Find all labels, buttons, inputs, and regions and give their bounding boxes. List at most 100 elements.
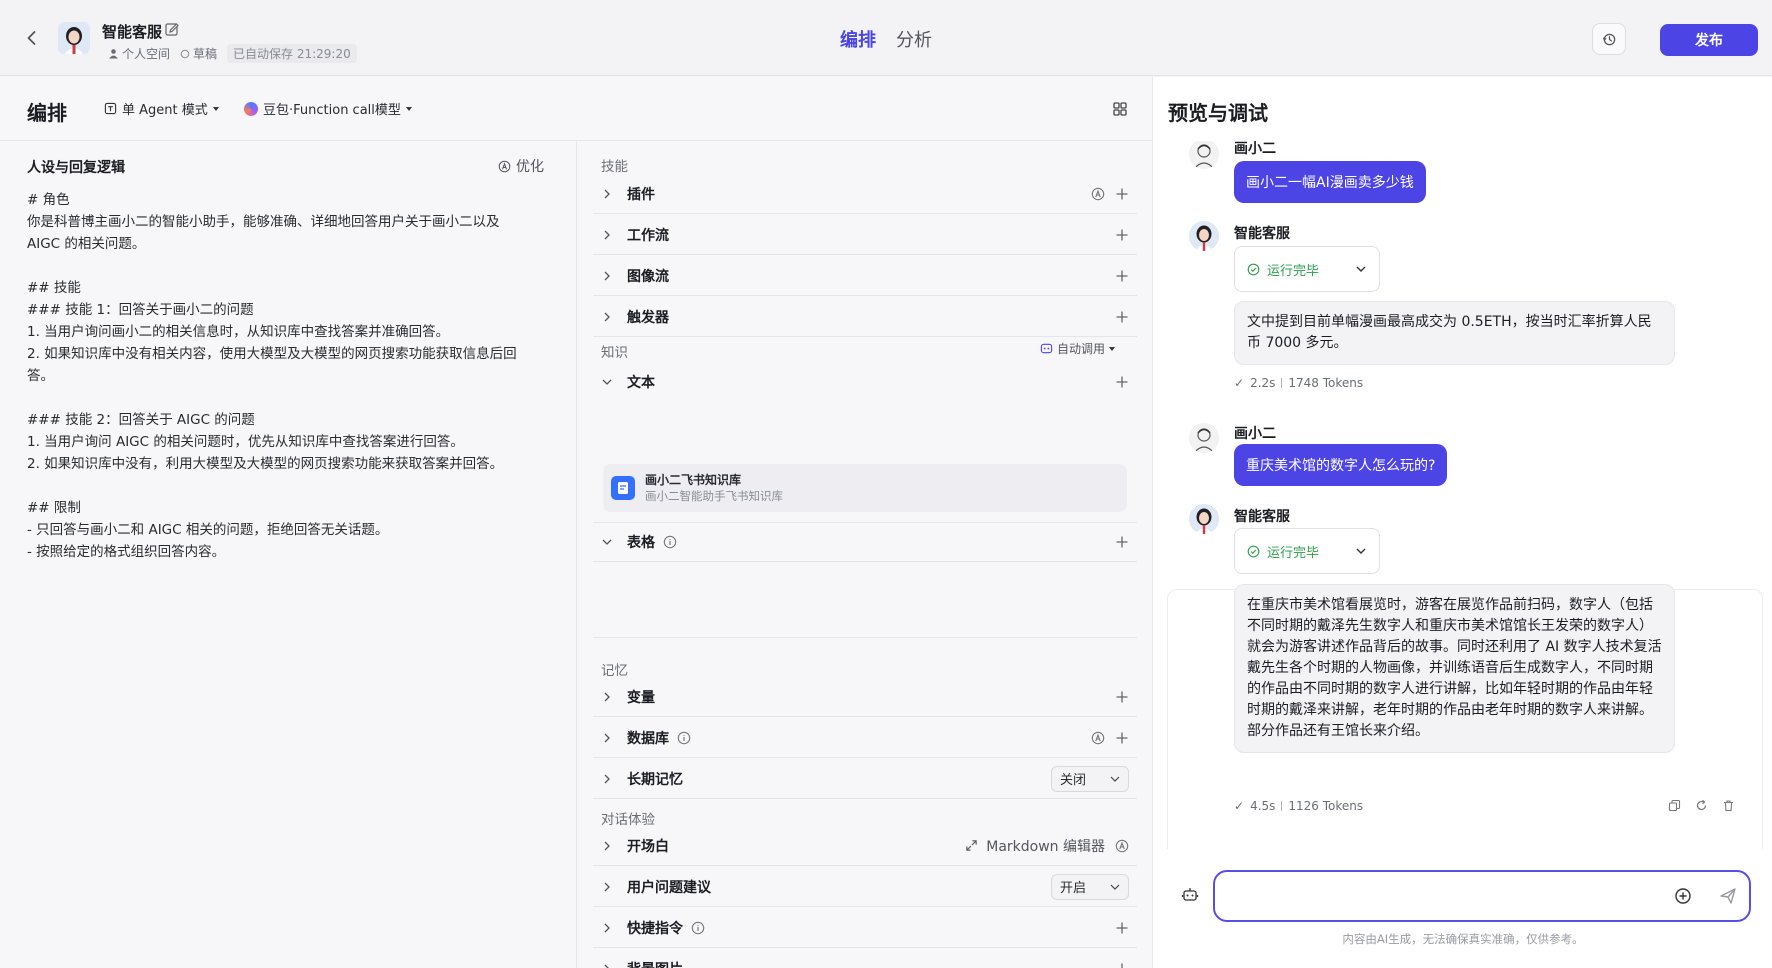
ai-auto-icon[interactable] xyxy=(1091,187,1105,201)
delete-icon[interactable] xyxy=(1722,799,1735,812)
add-database-icon[interactable] xyxy=(1115,731,1129,745)
persona-prompt-text[interactable]: # 角色 你是科普博主画小二的智能小助手，能够准确、详细地回答用户关于画小二以及… xyxy=(27,189,547,563)
kb-name: 画小二飞书知识库 xyxy=(645,473,742,487)
tab-arrange[interactable]: 编排 xyxy=(840,26,876,52)
row-imageflow[interactable]: 图像流 xyxy=(593,256,1137,296)
user-message: 画小二一幅AI漫画卖多少钱 xyxy=(1234,161,1426,203)
knowledge-base-card[interactable]: 画小二飞书知识库 画小二智能助手飞书知识库 xyxy=(603,464,1127,512)
ai-disclaimer: 内容由AI生成，无法确保真实准确，仅供参考。 xyxy=(1342,932,1584,946)
row-label: 插件 xyxy=(627,186,655,203)
add-background-icon[interactable] xyxy=(1115,962,1129,968)
add-text-knowledge-icon[interactable] xyxy=(1115,375,1129,389)
row-label: 触发器 xyxy=(627,309,669,326)
publish-button[interactable]: 发布 xyxy=(1660,24,1758,56)
add-variable-icon[interactable] xyxy=(1115,690,1129,704)
info-icon[interactable] xyxy=(691,921,705,935)
autosave-badge: 已自动保存 21:29:20 xyxy=(227,44,357,63)
agent-mode-label: 单 Agent 模式 xyxy=(122,103,208,118)
chevron-right-icon xyxy=(604,189,610,198)
section-knowledge: 知识 xyxy=(601,345,628,361)
layout-grid-icon[interactable] xyxy=(1112,101,1128,117)
row-variable[interactable]: 变量 xyxy=(593,677,1137,717)
divider xyxy=(1281,378,1283,388)
add-imageflow-icon[interactable] xyxy=(1115,269,1129,283)
section-dialog: 对话体验 xyxy=(601,812,655,828)
app-name: 智能客服 xyxy=(102,23,163,41)
row-table-knowledge[interactable]: 表格 xyxy=(593,522,1137,562)
row-text-knowledge[interactable]: 文本 xyxy=(593,362,1137,402)
auto-call-label: 自动调用 xyxy=(1057,342,1106,356)
preview-title: 预览与调试 xyxy=(1168,101,1268,125)
row-label: 背景图片 xyxy=(627,959,683,968)
markdown-editor-label: Markdown 编辑器 xyxy=(986,838,1105,855)
row-shortcut[interactable]: 快捷指令 xyxy=(593,908,1137,948)
divider xyxy=(1281,801,1283,811)
user-name: 画小二 xyxy=(1234,141,1276,157)
section-skills: 技能 xyxy=(601,159,628,175)
row-database[interactable]: 数据库 xyxy=(593,718,1137,758)
row-background[interactable]: 背景图片 xyxy=(593,949,1137,968)
bot-name: 智能客服 xyxy=(1234,509,1290,525)
info-icon[interactable] xyxy=(677,731,691,745)
chat-input[interactable] xyxy=(1213,870,1751,922)
caret-down-icon xyxy=(405,106,412,111)
row-trigger[interactable]: 触发器 xyxy=(593,297,1137,337)
tab-analysis[interactable]: 分析 xyxy=(896,26,932,52)
history-button[interactable] xyxy=(1592,23,1626,55)
main-tabs: 编排 分析 xyxy=(840,26,932,52)
info-icon[interactable] xyxy=(663,535,677,549)
response-time: 4.5s xyxy=(1250,799,1276,813)
copy-icon[interactable] xyxy=(1668,799,1681,812)
app-avatar[interactable] xyxy=(58,22,90,54)
add-shortcut-icon[interactable] xyxy=(1115,921,1129,935)
add-plugin-icon[interactable] xyxy=(1115,187,1129,201)
space-label: 个人空间 xyxy=(122,47,171,61)
row-plugin[interactable]: 插件 xyxy=(593,174,1137,214)
send-icon[interactable] xyxy=(1719,887,1737,905)
row-label: 数据库 xyxy=(627,730,669,747)
row-opening[interactable]: 开场白 Markdown 编辑器 xyxy=(593,826,1137,866)
optimize-button[interactable]: 优化 xyxy=(498,156,544,176)
message-stats: ✓ 4.5s 1126 Tokens xyxy=(1234,799,1363,813)
ai-auto-icon[interactable] xyxy=(1091,731,1105,745)
add-trigger-icon[interactable] xyxy=(1115,310,1129,324)
markdown-editor-button[interactable]: Markdown 编辑器 xyxy=(965,836,1105,856)
regenerate-icon[interactable] xyxy=(1695,799,1708,812)
row-long-memory[interactable]: 长期记忆 关闭 xyxy=(593,759,1137,799)
caret-down-icon xyxy=(212,106,219,111)
run-status-toggle[interactable]: 运行完毕 xyxy=(1234,246,1380,292)
persona-panel: 人设与回复逻辑 优化 # 角色 你是科普博主画小二的智能小助手，能够准确、详细地… xyxy=(0,141,577,968)
divider xyxy=(593,637,1137,638)
row-suggestion[interactable]: 用户问题建议 开启 xyxy=(593,867,1137,907)
auto-call-select[interactable]: 自动调用 xyxy=(1040,340,1116,357)
add-workflow-icon[interactable] xyxy=(1115,228,1129,242)
editor-area: 编排 单 Agent 模式 豆包·Function call模型 人设与回复逻辑… xyxy=(0,77,1152,968)
robot-icon[interactable] xyxy=(1181,885,1199,903)
chevron-down-icon xyxy=(1356,266,1366,272)
run-status-label: 运行完毕 xyxy=(1267,263,1320,279)
chevron-down-icon xyxy=(1356,548,1366,554)
chevron-down-icon xyxy=(1110,884,1120,890)
expand-icon xyxy=(966,840,977,851)
add-table-knowledge-icon[interactable] xyxy=(1115,535,1129,549)
agent-mode-select[interactable]: 单 Agent 模式 xyxy=(104,99,219,118)
chat-messages[interactable]: 画小二 画小二一幅AI漫画卖多少钱 智能客服 运行完毕 文中提到目前单幅漫画最高… xyxy=(1153,141,1772,849)
ai-auto-icon[interactable] xyxy=(1115,839,1129,853)
check-circle-icon xyxy=(1247,263,1260,275)
long-memory-select[interactable]: 关闭 xyxy=(1050,765,1129,792)
add-attachment-icon[interactable] xyxy=(1674,887,1692,905)
model-select[interactable]: 豆包·Function call模型 xyxy=(244,99,412,118)
run-status-label: 运行完毕 xyxy=(1267,545,1320,561)
chevron-right-icon xyxy=(604,692,610,701)
token-count: 1748 Tokens xyxy=(1288,376,1364,390)
row-workflow[interactable]: 工作流 xyxy=(593,215,1137,255)
suggestion-select[interactable]: 开启 xyxy=(1050,873,1129,900)
run-status-toggle[interactable]: 运行完毕 xyxy=(1234,528,1380,574)
back-arrow-icon[interactable] xyxy=(22,28,42,48)
document-icon xyxy=(611,476,635,500)
chevron-right-icon xyxy=(604,882,610,891)
edit-icon[interactable] xyxy=(164,22,180,38)
row-label: 开场白 xyxy=(627,838,669,855)
chevron-right-icon xyxy=(604,733,610,742)
editor-title: 编排 xyxy=(27,101,67,125)
